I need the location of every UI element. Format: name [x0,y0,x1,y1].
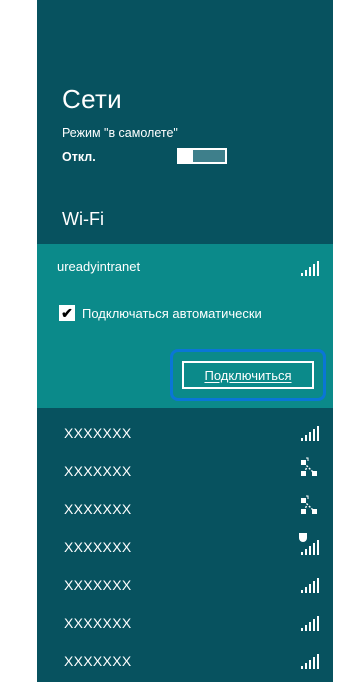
signal-icon [299,647,319,669]
signal-icon [299,419,319,441]
shield-icon [299,533,307,542]
network-name: XXXXXXX [64,425,132,441]
wifi-heading: Wi-Fi [62,209,104,229]
network-name: XXXXXXX [64,501,132,517]
airplane-mode-state: Откл. [62,150,96,164]
network-item[interactable]: XXXXXXX [37,453,333,491]
network-name: XXXXXXX [64,577,132,593]
ad-hoc-network-icon [299,457,319,479]
network-name: XXXXXXX [64,463,132,479]
networks-panel: Сети Режим "в самолете" Откл. Wi-Fi urea… [37,0,333,682]
network-item[interactable]: XXXXXXX [37,567,333,605]
signal-icon [299,609,319,631]
network-item[interactable]: XXXXXXX [37,605,333,643]
toggle-thumb [179,148,193,164]
auto-connect-label: Подключаться автоматически [82,305,262,321]
airplane-mode-toggle[interactable] [177,148,227,164]
signal-icon [299,571,319,593]
network-item[interactable]: XXXXXXX [37,491,333,529]
network-name: XXXXXXX [64,615,132,631]
signal-icon [301,260,321,276]
network-item[interactable]: XXXXXXX [37,415,333,453]
selected-network[interactable]: ureadyintranet ✔ Подключаться автоматиче… [37,244,333,408]
auto-connect-row[interactable]: ✔ Подключаться автоматически [59,305,262,321]
selected-network-name: ureadyintranet [57,259,141,274]
network-name: XXXXXXX [64,653,132,669]
airplane-mode-label: Режим "в самолете" [62,126,178,140]
connect-button[interactable]: Подключиться [182,361,314,389]
network-item[interactable]: XXXXXXX [37,643,333,681]
ad-hoc-network-icon [299,495,319,517]
network-name: XXXXXXX [64,539,132,555]
panel-title: Сети [62,84,123,114]
auto-connect-checkbox[interactable]: ✔ [59,305,75,321]
secured-signal-icon [299,533,319,555]
network-item[interactable]: XXXXXXX [37,529,333,567]
